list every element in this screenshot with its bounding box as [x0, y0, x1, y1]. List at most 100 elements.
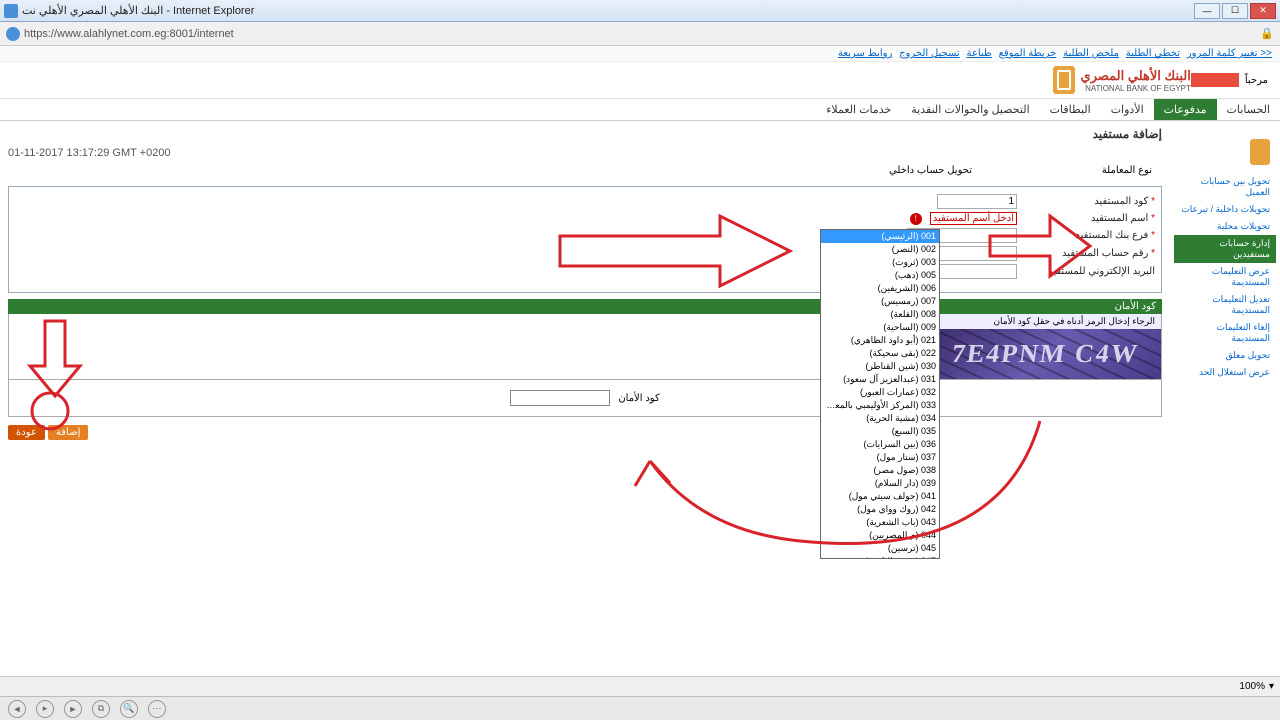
beneficiary-form: * كود المستفيد * اسم المستفيد ادخل أسم ا…: [8, 186, 1162, 293]
top-link[interactable]: << تغيير كلمة المرور: [1187, 48, 1272, 59]
window-title: البنك الأهلي المصري الأهلي نت - Internet…: [22, 4, 254, 17]
zoom-dropdown-icon[interactable]: ▾: [1269, 681, 1274, 692]
branch-option[interactable]: 036 (بين السرايات): [821, 438, 939, 451]
page-favicon: [4, 4, 18, 18]
branch-option[interactable]: 037 (ستار مول): [821, 451, 939, 464]
logo-text-ar: البنك الأهلي المصري: [1081, 68, 1191, 84]
welcome-label: مرحباً: [1245, 75, 1268, 86]
captcha-input-label: كود الأمان: [618, 393, 659, 404]
branch-option[interactable]: 033 (المركز الأوليمبي بالمعادي): [821, 399, 939, 412]
captcha-input[interactable]: [510, 390, 610, 406]
minimize-button[interactable]: —: [1194, 3, 1220, 19]
branch-option[interactable]: 042 (روك وواي مول): [821, 503, 939, 516]
more-button[interactable]: ⋯: [148, 700, 166, 718]
sidebar-item[interactable]: تحويلات محلية: [1174, 218, 1276, 235]
next-button[interactable]: ►: [64, 700, 82, 718]
player-bar: ◄ ▸ ► ⧉ 🔍 ⋯: [0, 696, 1280, 720]
sidebar-item[interactable]: تحويل بين حسابات العميل: [1174, 173, 1276, 201]
captcha-hint: الرجاء إدخال الرمز أدناه في حقل كود الأم…: [929, 314, 1161, 329]
top-link[interactable]: تسجيل الخروج: [899, 48, 960, 59]
sidebar-item[interactable]: تحويلات داخلية / تبرعات: [1174, 201, 1276, 218]
page-title: إضافة مستفيد: [8, 127, 1162, 141]
captcha-image: 7E4PNM C4W: [929, 329, 1161, 379]
sidebar-item[interactable]: عرض التعليمات المستديمة: [1174, 263, 1276, 291]
branch-option[interactable]: 001 (الرئيسي): [821, 230, 939, 243]
branch-label: فرع بنك المستفيد: [1075, 230, 1148, 241]
branch-option[interactable]: 038 (صول مصر): [821, 464, 939, 477]
sidebar-item[interactable]: عرض استغلال الحد: [1174, 364, 1276, 381]
main-nav: الحسابات مدفوعات الأدوات البطاقات التحصي…: [0, 99, 1280, 121]
persona-icon: [1250, 139, 1270, 165]
sidebar-item-active[interactable]: إدارة حسابات مستفيدين: [1174, 235, 1276, 263]
zoom-label: 100%: [1239, 681, 1265, 692]
maximize-button[interactable]: ☐: [1222, 3, 1248, 19]
branch-option[interactable]: 006 (الشريفين): [821, 282, 939, 295]
account-input[interactable]: [937, 246, 1017, 261]
branch-option[interactable]: 022 (بقى سحيكة): [821, 347, 939, 360]
top-link[interactable]: خريطة الموقع: [999, 48, 1057, 59]
branch-option[interactable]: 021 (أبو داود الظاهري): [821, 334, 939, 347]
lock-icon: 🔒: [1260, 27, 1274, 41]
sidebar-item[interactable]: إلغاء التعليمات المستديمة: [1174, 319, 1276, 347]
sidebar: تحويل بين حسابات العميل تحويلات داخلية /…: [1170, 121, 1280, 676]
branch-option[interactable]: 009 (الساحية): [821, 321, 939, 334]
branch-option[interactable]: 047 (مشية البكري): [821, 555, 939, 559]
branch-option[interactable]: 044 (م المصريين): [821, 529, 939, 542]
close-button[interactable]: ✕: [1250, 3, 1276, 19]
status-bar: 100% ▾: [0, 676, 1280, 696]
zoom-button[interactable]: 🔍: [120, 700, 138, 718]
logo-mark-icon: [1053, 66, 1075, 94]
nav-tab-payments[interactable]: مدفوعات: [1154, 99, 1217, 120]
top-link-bar: << تغيير كلمة المرور تخطي الطلبة ملخص ال…: [0, 46, 1280, 62]
branch-option[interactable]: 039 (دار السلام): [821, 477, 939, 490]
branch-option[interactable]: 002 (النصر): [821, 243, 939, 256]
branch-option[interactable]: 008 (القلعة): [821, 308, 939, 321]
error-icon: !: [910, 213, 922, 225]
code-input[interactable]: [937, 194, 1017, 209]
nav-tab-services[interactable]: خدمات العملاء: [816, 99, 901, 120]
security-header: كود الأمان: [8, 299, 1162, 314]
branch-dropdown[interactable]: 001 (الرئيسي)002 (النصر)003 (ثروت)005 (د…: [820, 229, 940, 559]
sidebar-item[interactable]: تعديل التعليمات المستديمة: [1174, 291, 1276, 319]
branch-option[interactable]: 005 (دهب): [821, 269, 939, 282]
branch-option[interactable]: 030 (شين القناطر): [821, 360, 939, 373]
play-button[interactable]: ▸: [36, 700, 54, 718]
nav-tab-tools[interactable]: الأدوات: [1101, 99, 1154, 120]
account-label: رقم حساب المستفيد: [1062, 248, 1148, 259]
submit-button[interactable]: إضافة: [48, 425, 88, 440]
top-link[interactable]: روابط سريعة: [838, 48, 892, 59]
timestamp: 01-11-2017 13:17:29 GMT +0200: [8, 147, 1162, 159]
branch-option[interactable]: 043 (باب الشعرية): [821, 516, 939, 529]
branch-option[interactable]: 007 (رمسيس): [821, 295, 939, 308]
browser-titlebar: البنك الأهلي المصري الأهلي نت - Internet…: [0, 0, 1280, 22]
globe-icon: [6, 27, 20, 41]
branch-option[interactable]: 041 (جولف سيتي مول): [821, 490, 939, 503]
type-value: تحويل حساب داخلي: [889, 165, 972, 176]
content-area: إضافة مستفيد 01-11-2017 13:17:29 GMT +02…: [0, 121, 1170, 676]
url-text[interactable]: https://www.alahlynet.com.eg:8001/intern…: [24, 28, 1256, 40]
copy-button[interactable]: ⧉: [92, 700, 110, 718]
code-label: كود المستفيد: [1094, 196, 1148, 207]
top-link[interactable]: طباعة: [966, 48, 991, 59]
user-name-redacted: [1191, 73, 1239, 87]
nav-tab-cards[interactable]: البطاقات: [1040, 99, 1101, 120]
top-link[interactable]: تخطي الطلبة: [1126, 48, 1180, 59]
prev-button[interactable]: ◄: [8, 700, 26, 718]
bank-logo: البنك الأهلي المصري NATIONAL BANK OF EGY…: [1053, 66, 1191, 94]
nav-tab-collections[interactable]: التحصيل والحوالات النقدية: [901, 99, 1039, 120]
address-bar: https://www.alahlynet.com.eg:8001/intern…: [0, 22, 1280, 46]
branch-option[interactable]: 032 (عمارات العبور): [821, 386, 939, 399]
email-label: البريد الإلكتروني للمستفيد: [1048, 266, 1155, 277]
logo-text-en: NATIONAL BANK OF EGYPT: [1081, 84, 1191, 93]
name-error: ادخل أسم المستفيد: [930, 212, 1017, 225]
branch-option[interactable]: 045 (ترسين): [821, 542, 939, 555]
top-link[interactable]: ملخص الطلبة: [1063, 48, 1119, 59]
sidebar-item[interactable]: تحويل معلق: [1174, 347, 1276, 364]
nav-tab-accounts[interactable]: الحسابات: [1217, 99, 1280, 120]
page-header: مرحباً البنك الأهلي المصري NATIONAL BANK…: [0, 62, 1280, 99]
branch-option[interactable]: 035 (السبع): [821, 425, 939, 438]
branch-option[interactable]: 003 (ثروت): [821, 256, 939, 269]
branch-option[interactable]: 034 (مشية الحرية): [821, 412, 939, 425]
back-button[interactable]: عودة: [8, 425, 45, 440]
branch-option[interactable]: 031 (عبدالعزيز آل سعود): [821, 373, 939, 386]
